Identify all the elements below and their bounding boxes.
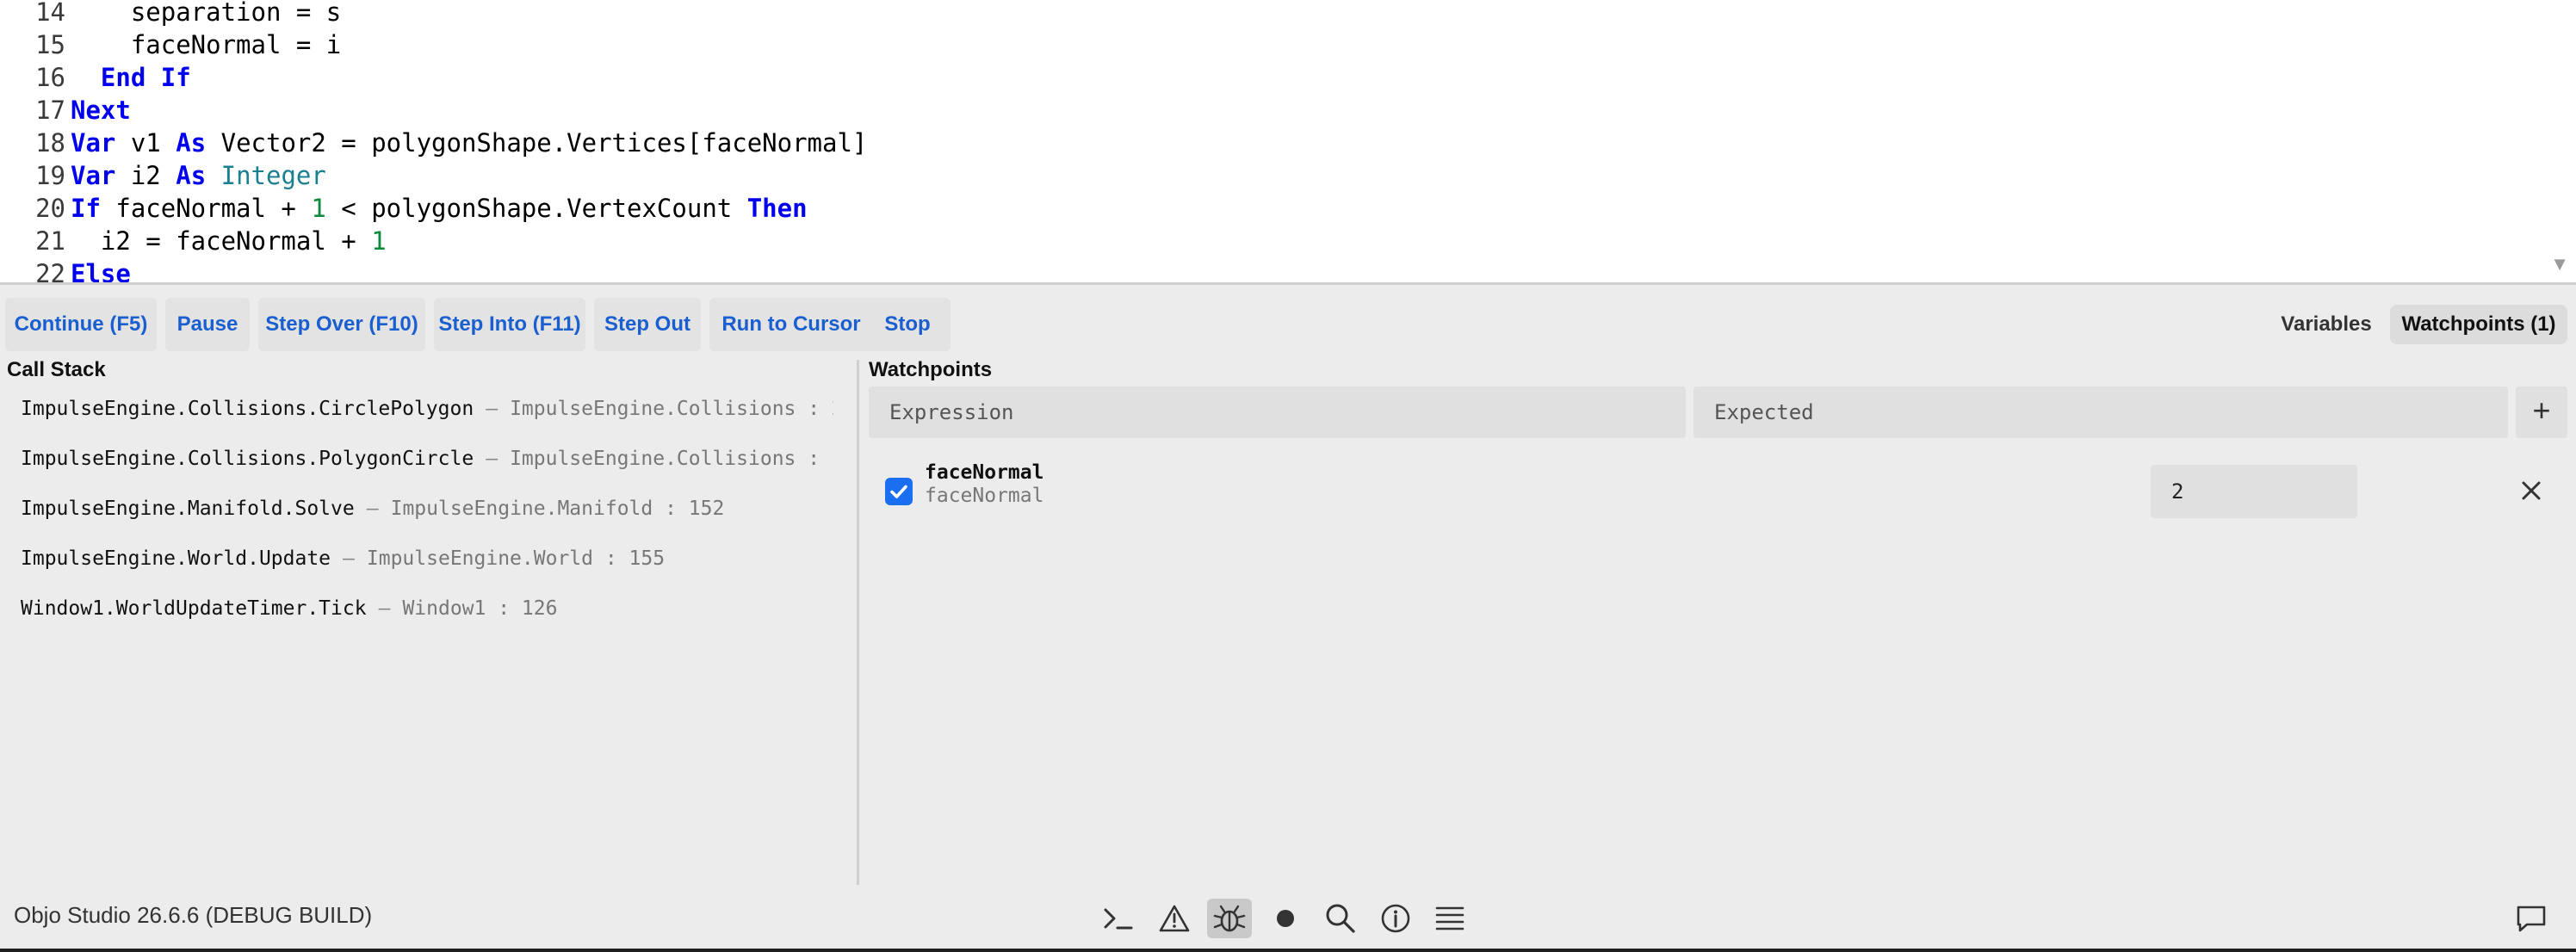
code-token: < polygonShape.VertexCount (325, 194, 747, 223)
frame-location: ImpulseEngine.World : 155 (366, 547, 666, 570)
call-stack-frame[interactable]: ImpulseEngine.Collisions.PolygonCircle – I… (21, 442, 833, 476)
scroll-down-icon[interactable]: ▼ (2550, 253, 2569, 275)
pause-button[interactable]: Pause (165, 298, 250, 351)
code-token: i2 = faceNormal + (71, 226, 372, 256)
record-icon[interactable] (1263, 899, 1308, 938)
code-token: Var (71, 161, 116, 190)
code-text: End If (71, 61, 191, 94)
code-text: Var i2 As Integer (71, 159, 326, 192)
search-icon[interactable] (1318, 899, 1363, 938)
line-number: 15 (35, 30, 65, 59)
frame-separator: – (366, 498, 379, 520)
line-number: 20 (35, 194, 65, 223)
call-stack-frame[interactable]: Window1.WorldUpdateTimer.Tick – Window1 : … (21, 591, 833, 626)
code-token: faceNormal + (100, 194, 312, 223)
stop-button[interactable]: Stop (864, 298, 951, 351)
list-icon[interactable] (1427, 899, 1472, 938)
code-token: As (176, 128, 207, 158)
editor-divider[interactable] (0, 282, 2576, 285)
checkmark-icon (890, 485, 907, 498)
frame-location: ImpulseEngine.Collisions : 15 (510, 448, 833, 470)
frame-function: Window1.WorldUpdateTimer.Tick (21, 597, 367, 620)
info-icon[interactable] (1373, 899, 1418, 938)
frame-function: ImpulseEngine.World.Update (21, 547, 331, 570)
frame-location: ImpulseEngine.Collisions : 29 (510, 398, 833, 420)
code-token: Then (746, 194, 808, 223)
panel-splitter[interactable] (857, 360, 859, 885)
continue-button[interactable]: Continue (F5) (5, 298, 157, 351)
code-text: If faceNormal + 1 < polygonShape.VertexC… (71, 192, 808, 225)
code-text: Var v1 As Vector2 = polygonShape.Vertice… (71, 127, 867, 159)
warning-icon[interactable] (1152, 899, 1197, 938)
line-number: 18 (35, 128, 65, 158)
frame-separator: – (486, 398, 498, 420)
code-token: 1 (371, 226, 387, 256)
code-text: Next (71, 94, 131, 127)
code-token: If (71, 194, 101, 223)
code-text: Else (71, 257, 131, 282)
code-text: separation = s (71, 0, 341, 28)
line-number: 14 (35, 0, 65, 27)
frame-function: ImpulseEngine.Collisions.CirclePolygon (21, 398, 474, 420)
watchpoints-title: Watchpoints (869, 358, 993, 381)
comment-icon[interactable] (2509, 899, 2554, 938)
call-stack-frame[interactable]: ImpulseEngine.Collisions.CirclePolygon – I… (21, 392, 833, 426)
code-token: Integer (220, 161, 326, 190)
code-token: faceNormal = i (71, 30, 342, 59)
frame-separator: – (343, 547, 355, 570)
expected-input[interactable]: Expected (1694, 386, 2508, 438)
frame-location: Window1 : 126 (402, 597, 558, 620)
run-to-cursor-button[interactable]: Run to Cursor (709, 298, 873, 351)
code-token: i2 (115, 161, 176, 190)
line-number: 17 (35, 96, 65, 125)
tab-variables[interactable]: Variables (2273, 305, 2380, 344)
line-number: 16 (35, 63, 65, 92)
call-stack-title: Call Stack (7, 358, 106, 381)
watchpoint-expected-value[interactable]: 2 (2151, 465, 2357, 518)
close-icon[interactable] (2516, 475, 2547, 506)
expression-input[interactable]: Expression (869, 386, 1686, 438)
watchpoint-name: faceNormal (925, 461, 1044, 484)
line-number: 22 (35, 259, 65, 282)
frame-separator: – (486, 448, 498, 470)
frame-function: ImpulseEngine.Manifold.Solve (21, 498, 355, 520)
code-token: Vector2 = polygonShape.Vertices[faceNorm… (206, 128, 868, 158)
status-bar: Objo Studio 26.6.6 (DEBUG BUILD) (0, 885, 2576, 952)
bug-icon[interactable] (1207, 899, 1252, 938)
code-token: v1 (115, 128, 176, 158)
line-number: 19 (35, 161, 65, 190)
step-out-button[interactable]: Step Out (594, 298, 701, 351)
window-bottom-edge (0, 949, 2576, 952)
watchpoint-enabled-checkbox[interactable] (885, 478, 913, 505)
line-number: 21 (35, 226, 65, 256)
step-into-button[interactable]: Step Into (F11) (434, 298, 585, 351)
terminal-icon[interactable] (1097, 899, 1142, 938)
code-token: 1 (311, 194, 326, 223)
code-token: Next (71, 96, 131, 125)
code-text: faceNormal = i (71, 28, 341, 61)
code-token: Var (71, 128, 116, 158)
frame-function: ImpulseEngine.Collisions.PolygonCircle (21, 448, 474, 470)
code-token: End If (100, 63, 191, 92)
code-text: i2 = faceNormal + 1 (71, 225, 387, 257)
call-stack-frame[interactable]: ImpulseEngine.Manifold.Solve – ImpulseEngi… (21, 491, 833, 526)
code-token: separation = s (71, 0, 342, 27)
code-editor[interactable]: 14 separation = s 15 faceNormal = i 16 End… (0, 0, 2576, 282)
frame-separator: – (378, 597, 391, 620)
call-stack-frame[interactable]: ImpulseEngine.World.Update – ImpulseEngine… (21, 541, 833, 576)
step-over-button[interactable]: Step Over (F10) (258, 298, 425, 351)
tab-watchpoints[interactable]: Watchpoints (1) (2390, 305, 2567, 344)
watchpoint-expression: faceNormal (925, 485, 1044, 507)
add-watchpoint-button[interactable]: + (2516, 386, 2567, 438)
app-version-label: Objo Studio 26.6.6 (DEBUG BUILD) (14, 902, 373, 928)
code-token: As (176, 161, 207, 190)
frame-location: ImpulseEngine.Manifold : 152 (390, 498, 725, 520)
debug-toolbar: Continue (F5) Pause Step Over (F10) Step… (0, 293, 2576, 355)
code-token: Else (71, 259, 131, 282)
